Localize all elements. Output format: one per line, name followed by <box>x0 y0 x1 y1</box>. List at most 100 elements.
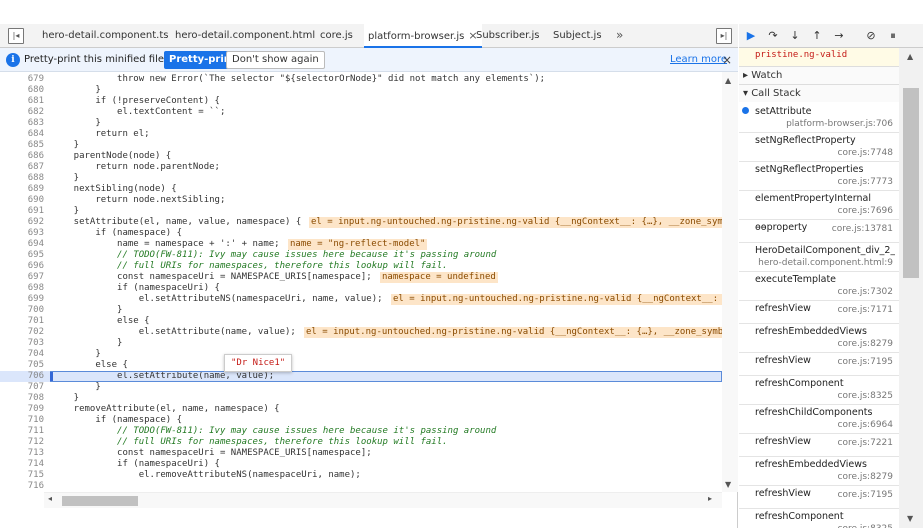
frame-location[interactable]: core.js:7302 <box>838 287 893 297</box>
line-number[interactable]: 704 <box>0 349 44 360</box>
frame-location[interactable]: core.js:7195 <box>838 357 893 367</box>
code-line[interactable]: 715 el.removeAttributeNS(namespaceUri, n… <box>0 470 722 481</box>
code-line[interactable]: 691 } <box>0 206 722 217</box>
line-number[interactable]: 708 <box>0 393 44 404</box>
call-stack-frame[interactable]: refreshComponent core.js:8325 <box>739 376 899 405</box>
line-number[interactable]: 699 <box>0 294 44 305</box>
frame-location[interactable]: core.js:7221 <box>838 438 893 448</box>
frame-location[interactable]: hero-detail.component.html:9 <box>758 258 893 268</box>
toggle-debugger-icon[interactable]: ▸| <box>716 28 732 44</box>
call-stack-frame[interactable]: elementPropertyInternal core.js:7696 <box>739 191 899 220</box>
close-infobar-icon[interactable]: × <box>722 48 732 72</box>
line-number[interactable]: 690 <box>0 195 44 206</box>
code-line[interactable]: 704 } <box>0 349 722 360</box>
code-line[interactable]: 687 return node.parentNode; <box>0 162 722 173</box>
line-number[interactable]: 682 <box>0 107 44 118</box>
horizontal-scroll-thumb[interactable] <box>62 496 138 506</box>
code-line[interactable]: 699 el.setAttributeNS(namespaceUri, name… <box>0 294 722 305</box>
code-line[interactable]: 694 name = namespace + ':' + name; name =… <box>0 239 722 250</box>
resume-icon[interactable]: ▶ <box>743 27 759 45</box>
frame-location[interactable]: core.js:6964 <box>838 420 893 430</box>
call-stack-frame[interactable]: executeTemplate core.js:7302 <box>739 272 899 301</box>
editor-horizontal-scrollbar[interactable]: ◂ ▸ <box>44 492 722 508</box>
line-number[interactable]: 713 <box>0 448 44 459</box>
scroll-right-icon[interactable]: ▸ <box>708 494 712 503</box>
code-line[interactable]: 705 else { <box>0 360 722 371</box>
frame-location[interactable]: core.js:13781 <box>832 224 893 234</box>
frame-location[interactable]: core.js:7696 <box>838 206 893 216</box>
call-stack-frame[interactable]: HeroDetailComponent_div_2_... hero-detail… <box>739 243 899 272</box>
code-line[interactable]: 703 } <box>0 338 722 349</box>
frame-location[interactable]: core.js:8279 <box>838 339 893 349</box>
editor-vertical-scrollbar[interactable]: ▲ ▼ <box>722 72 738 492</box>
line-number[interactable]: 707 <box>0 382 44 393</box>
tab-core-js[interactable]: core.js <box>320 24 353 48</box>
line-number[interactable]: 685 <box>0 140 44 151</box>
code-line[interactable]: 700 } <box>0 305 722 316</box>
tab-platform-browser-js[interactable]: platform-browser.js × <box>364 24 482 48</box>
code-line[interactable]: 685 } <box>0 140 722 151</box>
code-line[interactable]: 696 // full URIs for namespaces, therefo… <box>0 261 722 272</box>
frame-location[interactable]: core.js:8279 <box>838 472 893 482</box>
step-over-icon[interactable]: ↷ <box>765 27 781 45</box>
code-line[interactable]: 695 // TODO(FW-811): Ivy may cause issue… <box>0 250 722 261</box>
current-execution-line[interactable]: 706 el.setAttribute(name, value); <box>0 371 722 382</box>
call-stack-frame[interactable]: refreshComponent core.js:8325 <box>739 509 899 528</box>
scroll-down-icon[interactable]: ▼ <box>725 480 731 489</box>
pause-on-exceptions-icon[interactable]: ⏸ <box>885 27 901 45</box>
tab-hero-detail-ts[interactable]: hero-detail.component.ts <box>42 24 168 48</box>
line-number[interactable]: 695 <box>0 250 44 261</box>
code-line[interactable]: 701 else { <box>0 316 722 327</box>
frame-location[interactable]: core.js:7171 <box>838 305 893 315</box>
step-into-icon[interactable]: ↓ <box>787 27 803 45</box>
call-stack-frame[interactable]: refreshChildComponents core.js:6964 <box>739 405 899 434</box>
line-number[interactable]: 698 <box>0 283 44 294</box>
code-line[interactable]: 684 return el; <box>0 129 722 140</box>
sidebar-scroll-up-icon[interactable]: ▲ <box>907 52 913 61</box>
call-stack-frame[interactable]: refreshEmbeddedViews core.js:8279 <box>739 324 899 353</box>
code-line[interactable]: 682 el.textContent = ``; <box>0 107 722 118</box>
learn-more-link[interactable]: Learn more <box>670 48 727 72</box>
line-number[interactable]: 714 <box>0 459 44 470</box>
line-number[interactable]: 697 <box>0 272 44 283</box>
sidebar-scroll-thumb[interactable] <box>903 88 919 278</box>
tab-subscriber-js[interactable]: Subscriber.js <box>476 24 540 48</box>
line-number[interactable]: 686 <box>0 151 44 162</box>
code-line[interactable]: 702 el.setAttribute(name, value); el = in… <box>0 327 722 338</box>
line-number[interactable]: 684 <box>0 129 44 140</box>
code-line[interactable]: 681 if (!preserveContent) { <box>0 96 722 107</box>
code-line[interactable]: 693 if (namespace) { <box>0 228 722 239</box>
code-line[interactable]: 714 if (namespaceUri) { <box>0 459 722 470</box>
line-number[interactable]: 709 <box>0 404 44 415</box>
line-number[interactable]: 689 <box>0 184 44 195</box>
line-number[interactable]: 700 <box>0 305 44 316</box>
code-line[interactable]: 713 const namespaceUri = NAMESPACE_URIS[… <box>0 448 722 459</box>
call-stack-section-header[interactable]: ▾ Call Stack <box>739 84 899 102</box>
call-stack-frame[interactable]: ɵɵproperty core.js:13781 <box>739 220 899 243</box>
line-number[interactable]: 679 <box>0 74 44 85</box>
line-number[interactable]: 681 <box>0 96 44 107</box>
dont-show-again-button[interactable]: Don't show again <box>226 51 325 69</box>
code-line[interactable]: 708 } <box>0 393 722 404</box>
code-line[interactable]: 697 const namespaceUri = NAMESPACE_URIS[… <box>0 272 722 283</box>
line-number[interactable]: 716 <box>0 481 44 492</box>
scroll-left-icon[interactable]: ◂ <box>48 494 52 503</box>
line-number[interactable]: 696 <box>0 261 44 272</box>
sidebar-scroll-down-icon[interactable]: ▼ <box>907 514 913 523</box>
code-line[interactable]: 680 } <box>0 85 722 96</box>
frame-location[interactable]: platform-browser.js:706 <box>786 119 893 129</box>
sidebar-scrollbar[interactable]: ▲ ▼ <box>899 48 923 528</box>
code-editor[interactable]: 679 throw new Error(`The selector "${sel… <box>0 72 722 492</box>
call-stack-frame[interactable]: refreshView core.js:7195 <box>739 486 899 509</box>
code-line[interactable]: 712 // full URIs for namespaces, therefo… <box>0 437 722 448</box>
step-icon[interactable]: → <box>831 27 847 45</box>
code-line[interactable]: 692 setAttribute(el, name, value, namesp… <box>0 217 722 228</box>
more-tabs-button[interactable]: » <box>616 24 623 48</box>
tab-hero-detail-html[interactable]: hero-detail.component.html <box>175 24 315 48</box>
line-number[interactable]: 711 <box>0 426 44 437</box>
step-out-icon[interactable]: ↑ <box>809 27 825 45</box>
scroll-up-icon[interactable]: ▲ <box>725 76 731 85</box>
line-number[interactable]: 692 <box>0 217 44 228</box>
line-number[interactable]: 683 <box>0 118 44 129</box>
frame-location[interactable]: core.js:7195 <box>838 490 893 500</box>
